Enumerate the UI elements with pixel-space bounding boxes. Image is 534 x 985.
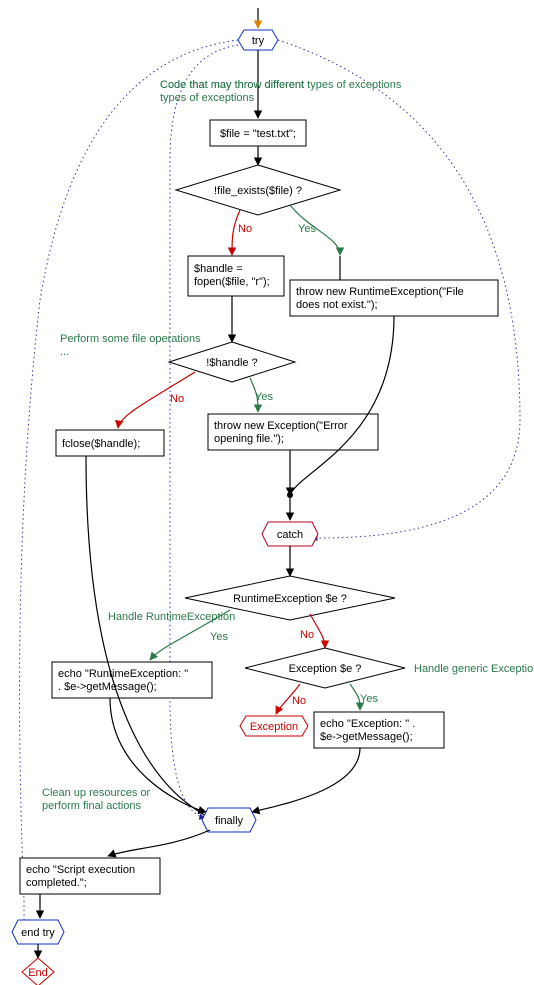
svg-text:End: End (28, 967, 48, 979)
svg-text:Yes: Yes (360, 693, 378, 705)
exception-terminal: Exception (240, 716, 308, 736)
throw-exception-box: throw new Exception("Erroropening file."… (208, 414, 378, 450)
throw-runtime-box: throw new RuntimeException("Filedoes not… (290, 280, 498, 316)
comment-finally: Clean up resources orperform final actio… (42, 787, 151, 812)
label-no-1: No (238, 223, 252, 235)
echo-exception-box: echo "Exception: " .$e->getMessage(); (314, 712, 444, 748)
try-node: try (238, 30, 278, 50)
echo-runtime-box: echo "RuntimeException: ". $e->getMessag… (52, 662, 212, 698)
fopen-box: $handle =fopen($file, "r"); (188, 256, 284, 296)
svg-text:No: No (300, 629, 314, 641)
end-node: End (22, 958, 54, 985)
echo-done-box: echo "Script executioncompleted."; (20, 858, 160, 894)
end-try-node: end try (12, 920, 64, 944)
label-yes-1: Yes (298, 223, 316, 235)
svg-text:end try: end try (21, 927, 55, 939)
svg-text:Yes: Yes (210, 631, 228, 643)
svg-text:Exception: Exception (250, 721, 298, 733)
svg-text:$file = "test.txt";: $file = "test.txt"; (220, 128, 296, 140)
comment-runtime: Handle RuntimeException (108, 611, 235, 623)
assign-file: $file = "test.txt"; (210, 120, 306, 146)
svg-text:!$handle ?: !$handle ? (206, 357, 257, 369)
svg-text:fclose($handle);: fclose($handle); (62, 438, 140, 450)
decision-exception: Exception $e ? (245, 648, 405, 688)
svg-text:catch: catch (277, 529, 303, 541)
flowchart-canvas: try Code that may throw different types … (0, 0, 534, 985)
svg-text:echo "Exception: " .$e->getMes: echo "Exception: " .$e->getMessage(); (320, 718, 415, 743)
catch-node: catch (262, 522, 318, 546)
finally-node: finally (202, 808, 256, 832)
comment-perform: Perform some file operations... (60, 333, 201, 358)
svg-text:Code that may throw differentt: Code that may throw differenttypes of ex… (160, 79, 304, 104)
comment-exception: Handle generic Exception (414, 663, 534, 675)
label-yes-2: Yes (255, 391, 273, 403)
svg-text:No: No (292, 695, 306, 707)
fclose-box: fclose($handle); (56, 430, 164, 456)
try-label: try (252, 35, 265, 47)
label-no-2: No (170, 393, 184, 405)
svg-text:finally: finally (215, 815, 244, 827)
svg-text:Exception $e ?: Exception $e ? (289, 663, 362, 675)
svg-text:RuntimeException $e ?: RuntimeException $e ? (233, 593, 347, 605)
decision-file-exists: !file_exists($file) ? (176, 165, 340, 215)
svg-text:!file_exists($file) ?: !file_exists($file) ? (214, 185, 302, 197)
